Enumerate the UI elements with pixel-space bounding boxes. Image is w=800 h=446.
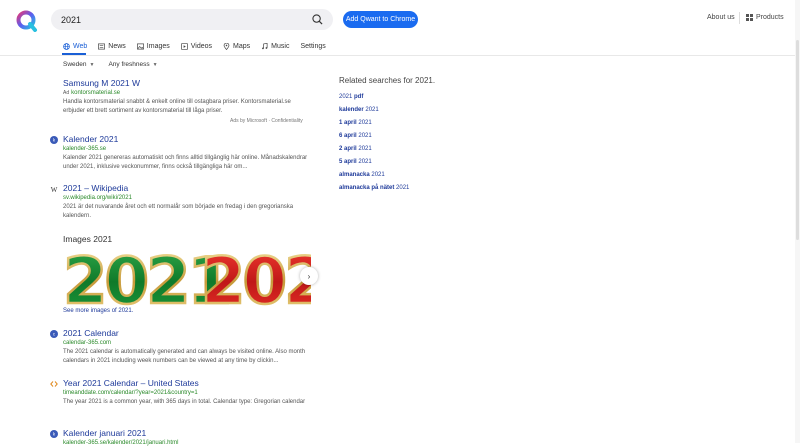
see-more-images-link[interactable]: See more images of 2021. bbox=[63, 308, 133, 314]
svg-text:202: 202 bbox=[201, 246, 311, 306]
result-title[interactable]: Samsung M 2021 W bbox=[63, 78, 140, 88]
newspaper-icon bbox=[98, 43, 106, 49]
music-icon bbox=[262, 42, 268, 49]
result-title[interactable]: 2021 – Wikipedia bbox=[63, 183, 128, 193]
search-bar[interactable] bbox=[51, 9, 333, 30]
site-favicon-icon: k bbox=[50, 430, 58, 438]
result-url[interactable]: kalender-365.se/kalender/2021/januari.ht… bbox=[63, 440, 178, 446]
result-title[interactable]: 2021 Calendar bbox=[63, 328, 119, 338]
images-carousel: 2021 202 bbox=[63, 246, 311, 306]
related-search-link[interactable]: kalender 2021 bbox=[339, 104, 435, 117]
tab-music[interactable]: Music bbox=[261, 40, 289, 52]
tab-videos[interactable]: Videos bbox=[180, 40, 212, 52]
products-menu[interactable]: Products bbox=[746, 14, 784, 21]
related-search-link[interactable]: 5 april 2021 bbox=[339, 156, 435, 169]
image-thumbnail[interactable]: 2021 202 bbox=[63, 246, 311, 306]
result-description: 2021 är det nuvarande året och ett norma… bbox=[63, 204, 294, 219]
freshness-filter[interactable]: Any freshness ▼ bbox=[108, 61, 157, 68]
scrollbar-thumb[interactable] bbox=[796, 40, 799, 240]
about-us-link[interactable]: About us bbox=[707, 14, 735, 21]
page-scrollbar[interactable] bbox=[795, 0, 800, 443]
wikipedia-icon: W bbox=[51, 186, 58, 193]
carousel-next-button[interactable]: › bbox=[300, 267, 318, 285]
images-section-title: Images 2021 bbox=[63, 234, 113, 244]
related-search-link[interactable]: 2021 pdf bbox=[339, 91, 435, 104]
result-description: Kalender 2021 genereras automatiskt och … bbox=[63, 155, 308, 170]
result-url[interactable]: timeanddate.com/calendar/?year=2021&coun… bbox=[63, 390, 198, 396]
related-search-link[interactable]: 1 april 2021 bbox=[339, 117, 435, 130]
result-description: The year 2021 is a common year, with 365… bbox=[63, 399, 306, 405]
result-url[interactable]: Ad kontorsmaterial.se bbox=[63, 90, 120, 96]
related-search-link[interactable]: almanacka 2021 bbox=[339, 169, 435, 182]
related-search-link[interactable]: 2 april 2021 bbox=[339, 143, 435, 156]
add-to-chrome-button[interactable]: Add Qwant to Chrome bbox=[343, 11, 418, 28]
chevron-down-icon: ▼ bbox=[89, 61, 95, 68]
products-label: Products bbox=[756, 14, 784, 21]
tab-news[interactable]: News bbox=[98, 40, 126, 52]
svg-text:W: W bbox=[51, 186, 58, 193]
related-searches-title: Related searches for 2021. bbox=[339, 76, 436, 85]
result-url[interactable]: kalender-365.se bbox=[63, 146, 106, 152]
ads-attribution[interactable]: Ads by Microsoft · Confidentiality bbox=[230, 118, 303, 124]
tab-web[interactable]: Web bbox=[63, 40, 87, 52]
result-title[interactable]: Year 2021 Calendar – United States bbox=[63, 378, 199, 388]
region-filter[interactable]: Sweden ▼ bbox=[63, 61, 94, 68]
header-divider-line bbox=[0, 55, 800, 56]
search-tabs: Web News Images Videos Maps Music Settin… bbox=[63, 40, 337, 52]
video-icon bbox=[180, 42, 188, 50]
tab-settings[interactable]: Settings bbox=[300, 40, 325, 52]
code-brackets-icon bbox=[50, 381, 58, 387]
tab-maps[interactable]: Maps bbox=[223, 40, 250, 52]
map-pin-icon bbox=[223, 42, 230, 50]
site-favicon-icon: k bbox=[50, 136, 58, 144]
site-favicon-icon: c bbox=[50, 330, 58, 338]
grid-icon bbox=[746, 14, 753, 21]
qwant-logo-icon[interactable] bbox=[16, 10, 38, 32]
related-searches: Related searches for 2021. 2021 pdf kale… bbox=[339, 76, 435, 195]
related-search-link[interactable]: almanacka på nätet 2021 bbox=[339, 182, 435, 195]
chevron-down-icon: ▼ bbox=[152, 61, 158, 68]
globe-icon bbox=[63, 42, 70, 50]
ad-badge: Ad bbox=[63, 90, 70, 96]
result-url[interactable]: sv.wikipedia.org/wiki/2021 bbox=[63, 195, 132, 201]
filters-bar: Sweden ▼ Any freshness ▼ bbox=[63, 61, 158, 68]
result-title[interactable]: Kalender januari 2021 bbox=[63, 428, 146, 438]
search-icon[interactable] bbox=[311, 14, 323, 26]
header-divider bbox=[739, 12, 740, 24]
result-title[interactable]: Kalender 2021 bbox=[63, 134, 118, 144]
result-url[interactable]: calendar-365.com bbox=[63, 340, 111, 346]
result-description: The 2021 calendar is automatically gener… bbox=[63, 349, 306, 364]
chevron-right-icon: › bbox=[307, 271, 311, 281]
image-icon bbox=[136, 43, 144, 49]
result-description: Handla kontorsmaterial snabbt & enkelt o… bbox=[63, 99, 291, 114]
related-search-link[interactable]: 6 april 2021 bbox=[339, 130, 435, 143]
search-input[interactable] bbox=[61, 14, 311, 25]
tab-images[interactable]: Images bbox=[136, 40, 170, 52]
